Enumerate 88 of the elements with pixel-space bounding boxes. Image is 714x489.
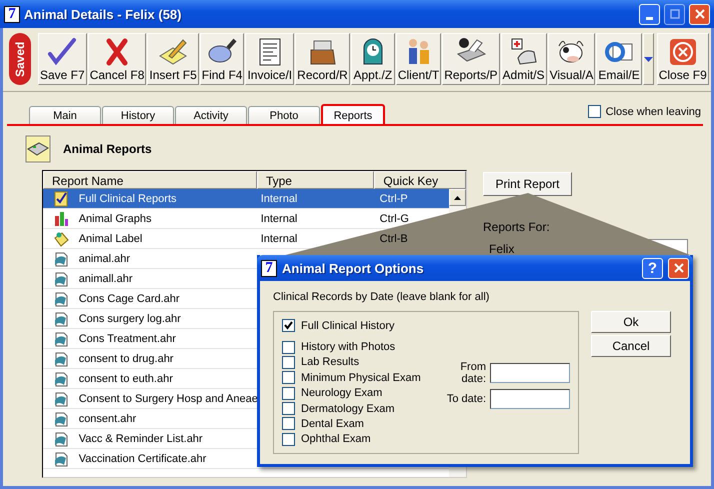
checkbox[interactable] [282, 432, 295, 446]
checkbox-label: Close when leaving [606, 106, 701, 118]
close-button[interactable] [689, 4, 710, 24]
checkbox[interactable] [588, 105, 601, 118]
tab[interactable]: History [102, 106, 174, 124]
toolbar-button[interactable]: Record/R [295, 33, 350, 85]
close-button[interactable] [668, 258, 689, 278]
toolbar-button[interactable]: Invoice/I [245, 33, 294, 85]
cancel-button[interactable]: Cancel [591, 335, 671, 357]
saved-badge: Saved [9, 33, 31, 85]
report-name: Cons Cage Card.ahr [78, 292, 181, 304]
report-name: animal.ahr [78, 252, 132, 264]
report-name: Cons Treatment.ahr [78, 332, 177, 344]
help-button[interactable]: ? [642, 258, 663, 278]
report-name: Animal Label [78, 232, 144, 244]
report-name: consent to drug.ahr [78, 352, 174, 364]
toolbar-button[interactable]: Admit/S [500, 33, 547, 85]
checkbox[interactable] [282, 402, 295, 416]
ok-button[interactable]: Ok [591, 311, 671, 333]
field-label: From date: [459, 361, 486, 385]
toolbar-button[interactable]: Insert F5 [147, 33, 199, 85]
maximize-button[interactable] [664, 4, 685, 24]
report-name: Animal Graphs [78, 212, 152, 224]
report-name: Cons surgery log.ahr [78, 312, 182, 324]
section-title: Animal Reports [63, 142, 152, 156]
checkbox-label: Lab Results [301, 356, 360, 368]
report-type: Internal [260, 212, 298, 224]
app-logo: 7 [4, 6, 20, 22]
close-icon [674, 263, 684, 273]
checkbox-label: Ophthal Exam [301, 433, 371, 446]
toolbar-button[interactable]: Visual/A [548, 33, 596, 85]
column-header[interactable]: Type [256, 171, 374, 189]
report-type: Internal [260, 232, 298, 244]
minimize-button[interactable] [639, 4, 660, 24]
toolbar-button[interactable]: Find F4 [200, 33, 244, 85]
checkbox[interactable] [282, 371, 295, 384]
checkbox[interactable] [282, 340, 295, 354]
checkbox[interactable] [282, 356, 295, 369]
column-header[interactable]: Report Name [43, 171, 257, 189]
report-name: Vacc & Reminder List.ahr [78, 432, 204, 444]
date-field[interactable] [490, 363, 570, 383]
toolbar-button[interactable]: Appt./Z [350, 33, 395, 85]
tab[interactable]: Reports [321, 104, 385, 124]
report-type: Internal [260, 192, 298, 204]
list-item[interactable]: Felix [489, 242, 682, 256]
checkbox-label: Neurology Exam [301, 387, 382, 400]
checkbox-label: Dental Exam [301, 418, 364, 430]
report-row[interactable]: Full Clinical Reports Internal Ctrl-P [43, 189, 449, 209]
report-name: Vaccination Certificate.ahr [78, 452, 208, 464]
minimize-icon [646, 16, 653, 20]
dropdown-button[interactable] [642, 33, 654, 85]
close-icon [694, 9, 704, 19]
label-icon [52, 230, 70, 248]
report-name: consent to euth.ahr [78, 372, 174, 384]
up-arrow-icon [454, 196, 461, 200]
maximize-icon [670, 9, 680, 19]
window-title: Animal Details - Felix (58) [24, 6, 182, 22]
checklist-icon [52, 190, 70, 208]
caret-icon [644, 56, 653, 62]
report-name: Consent to Surgery Hosp and Aneae [78, 392, 259, 404]
print-report-button[interactable]: Print Report [483, 172, 572, 196]
scroll-up-button[interactable] [449, 189, 466, 206]
toolbar-button[interactable]: Client/T [396, 33, 442, 85]
checkbox-label: Full Clinical History [301, 320, 395, 332]
date-field[interactable] [490, 389, 570, 409]
checkbox[interactable] [282, 417, 295, 430]
toolbar-button[interactable]: Close F9 [656, 33, 709, 85]
checkmark-icon [46, 36, 78, 68]
report-name: Full Clinical Reports [78, 192, 178, 204]
tab[interactable]: Main [29, 106, 101, 124]
quick-key: Ctrl-B [380, 232, 449, 244]
checkmark-icon [284, 321, 293, 330]
checkbox-label: Minimum Physical Exam [301, 372, 421, 384]
tab[interactable]: Activity [175, 106, 247, 124]
quick-key: Ctrl-P [380, 192, 449, 204]
tab[interactable]: Photo [248, 106, 320, 124]
toolbar-button[interactable]: Email/E [596, 33, 642, 85]
checkbox[interactable] [282, 319, 295, 332]
checkbox[interactable] [282, 386, 295, 400]
report-name: animall.ahr [78, 272, 134, 284]
report-name: consent.ahr [78, 412, 138, 424]
quick-key: Ctrl-G [380, 212, 449, 224]
toolbar-button[interactable]: Save F7 [38, 33, 87, 85]
toolbar-button[interactable]: Reports/P [442, 33, 500, 85]
toolbar-button[interactable]: Cancel F8 [88, 33, 146, 85]
column-header[interactable]: Quick Key [374, 171, 466, 189]
reports-for-label: Reports For: [483, 220, 551, 234]
app-logo: 7 [261, 260, 277, 276]
